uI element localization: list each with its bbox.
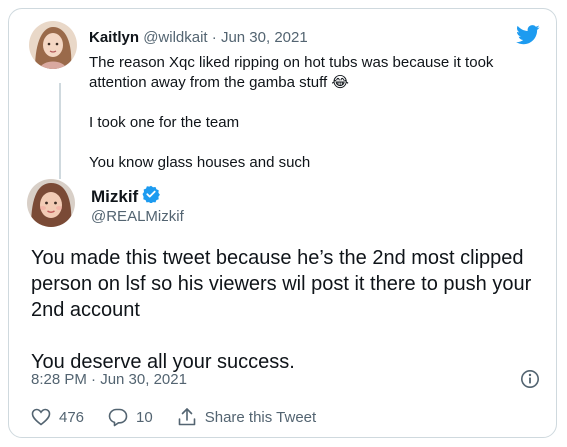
tweet-actions-bar: 476 10 Share this Tweet	[31, 407, 340, 427]
reply-author-name[interactable]: Kaitlyn	[89, 29, 139, 46]
like-count: 476	[59, 408, 85, 426]
tweet-paragraph-1: You made this tweet because he’s the 2nd…	[31, 247, 532, 321]
reply-line-3: You know glass houses and such	[89, 154, 311, 171]
share-label: Share this Tweet	[204, 408, 317, 426]
tweet-author-handle[interactable]: @REALMizkif	[91, 208, 184, 225]
heart-icon	[31, 408, 51, 426]
like-action[interactable]: 476	[31, 408, 84, 426]
tweet-timestamp[interactable]: 8:28 PM · Jun 30, 2021	[31, 371, 187, 388]
info-icon[interactable]	[520, 369, 540, 394]
reply-line-2: I took one for the team	[89, 114, 240, 131]
laughing-emoji: 😂	[331, 74, 349, 91]
reply-author-handle[interactable]: @wildkait	[143, 29, 207, 46]
reply-line-1: The reason Xqc liked ripping on hot tubs…	[89, 54, 494, 91]
reply-bubble-icon	[108, 408, 128, 426]
verified-badge-icon	[142, 185, 161, 208]
tweet-author-name[interactable]: Mizkif	[91, 187, 138, 207]
kaitlyn-avatar[interactable]	[29, 21, 77, 69]
reply-count: 10	[136, 408, 153, 426]
embedded-tweet-card: Kaitlyn @wildkait · Jun 30, 2021 The rea…	[8, 8, 557, 438]
reply-header: Kaitlyn @wildkait · Jun 30, 2021	[89, 29, 308, 46]
reply-action[interactable]: 10	[108, 408, 153, 427]
share-icon	[178, 408, 196, 426]
mizkif-avatar[interactable]	[27, 179, 75, 227]
twitter-bird-icon[interactable]	[516, 25, 540, 50]
reply-separator: ·	[211, 29, 217, 46]
tweet-author-name-row: Mizkif	[91, 185, 161, 208]
reply-text: The reason Xqc liked ripping on hot tubs…	[89, 53, 529, 173]
share-action[interactable]: Share this Tweet	[177, 407, 316, 427]
reply-date[interactable]: Jun 30, 2021	[221, 29, 308, 46]
tweet-text: You made this tweet because he’s the 2nd…	[31, 245, 546, 375]
thread-connector-line	[59, 83, 61, 179]
